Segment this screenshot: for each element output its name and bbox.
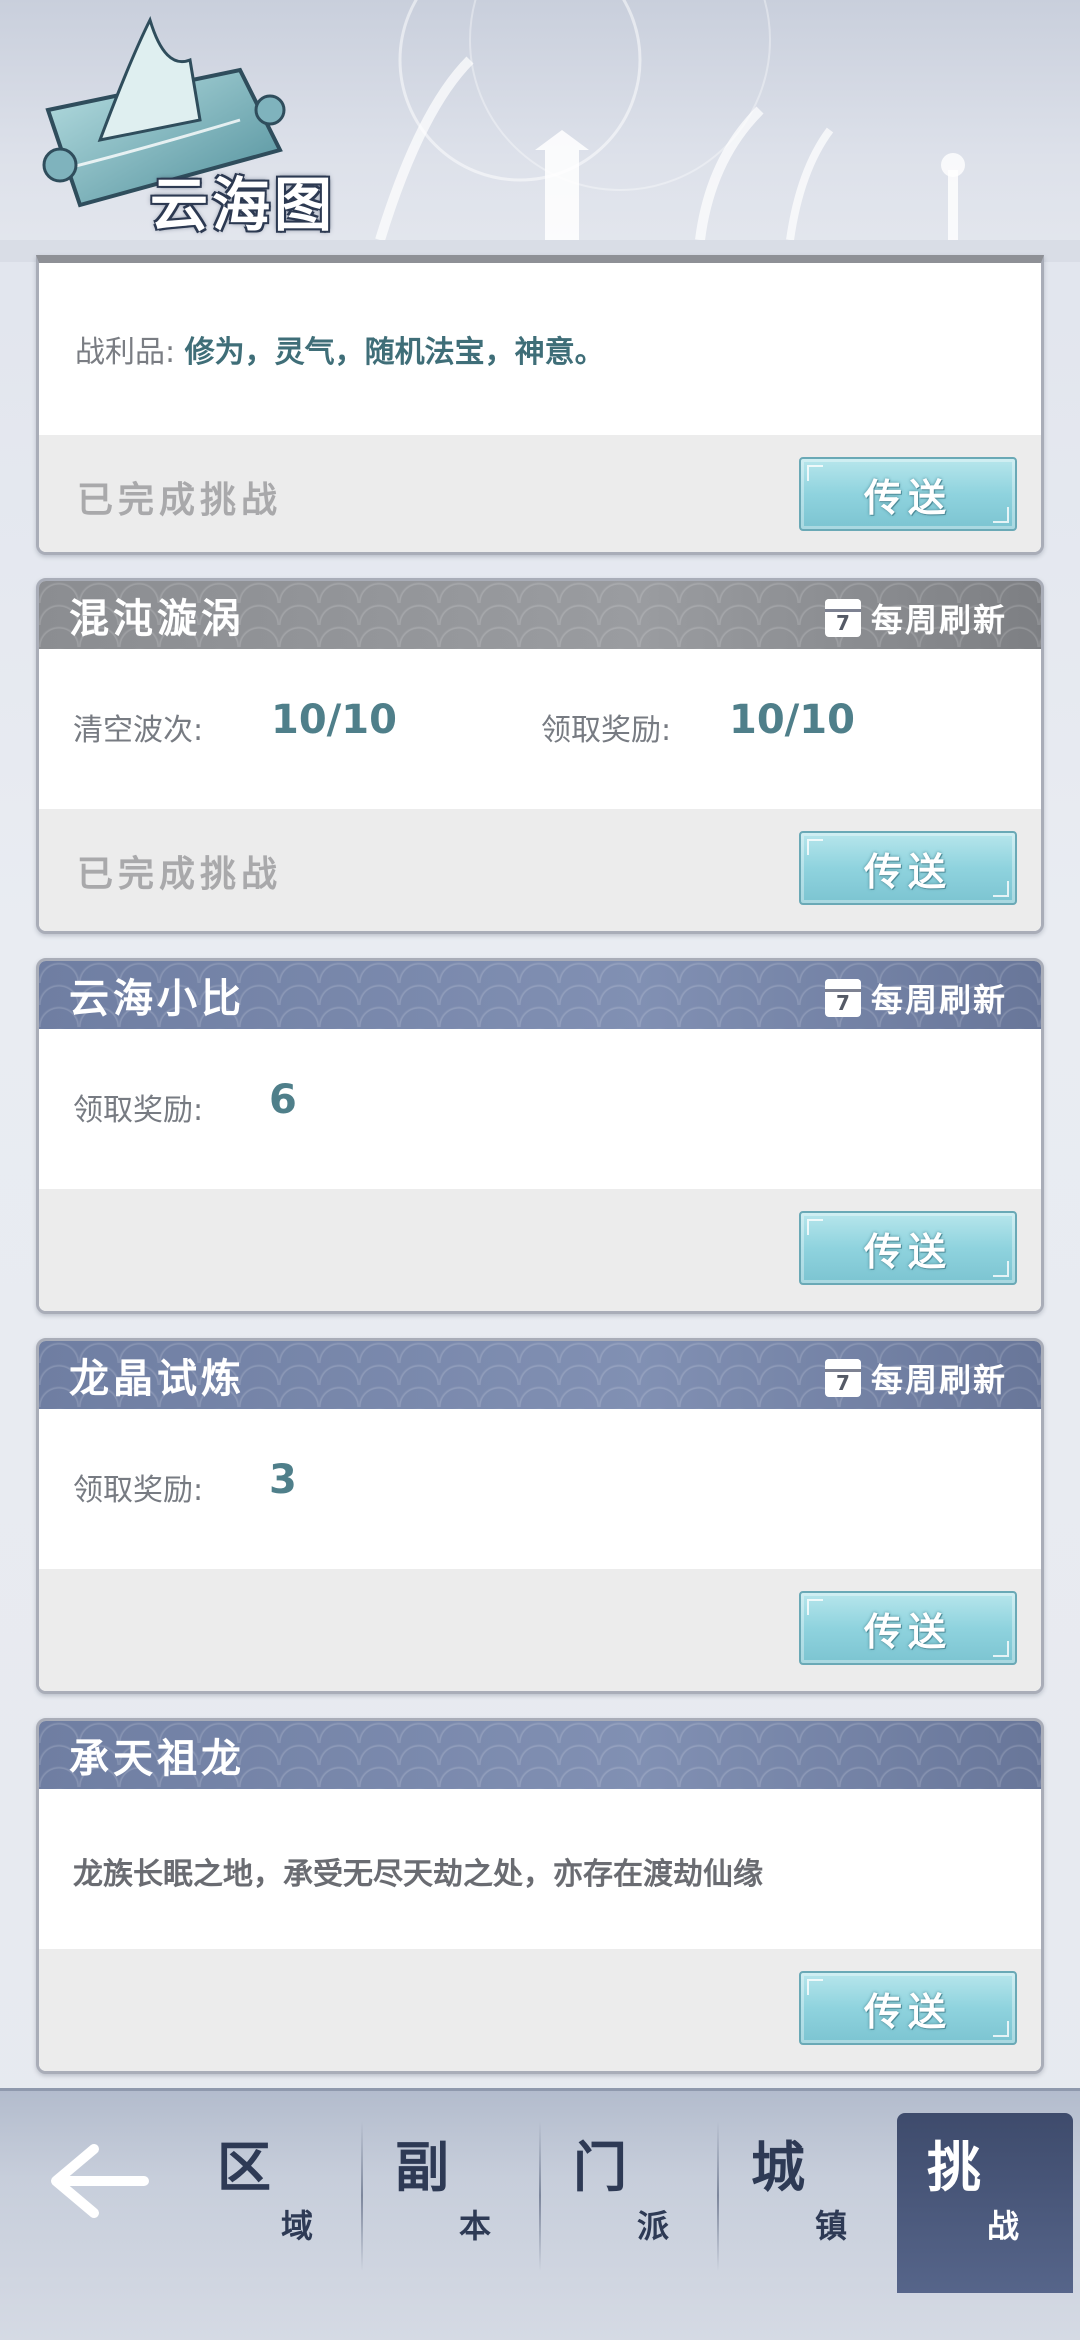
bottom-navigation: 区 域 副 本 门 派 城 镇 挑 战	[0, 2088, 1080, 2340]
tab-small-char: 镇	[815, 2207, 848, 2245]
corner-ornament-icon	[807, 1219, 823, 1235]
teleport-button[interactable]: 传送	[799, 831, 1017, 905]
challenge-card-cloud-sea-contest: 云海小比 7 每周刷新 领取奖励: 6 传送	[36, 958, 1044, 1314]
card-footer: 传送	[39, 1949, 1041, 2071]
tab-small-char: 派	[637, 2207, 670, 2245]
teleport-button-label: 传送	[863, 849, 952, 894]
refresh-label: 每周刷新	[870, 981, 1007, 1019]
corner-ornament-icon	[807, 465, 823, 481]
challenge-card-dragon-crystal-trial: 龙晶试炼 7 每周刷新 领取奖励: 3 传送	[36, 1338, 1044, 1694]
status-completed: 已完成挑战	[77, 480, 283, 521]
card-body: 龙族长眠之地，承受无尽天劫之处，亦存在渡劫仙缘	[39, 1789, 1041, 1949]
tab-town[interactable]: 城 镇	[719, 2113, 895, 2293]
card-header: 云海小比 7 每周刷新	[39, 961, 1041, 1029]
rewards-claimed-label: 领取奖励:	[541, 713, 672, 748]
tab-small-char: 本	[459, 2207, 492, 2245]
teleport-button[interactable]: 传送	[799, 1971, 1017, 2045]
calendar-icon: 7	[824, 1359, 861, 1397]
corner-ornament-icon	[993, 2021, 1009, 2037]
card-description: 龙族长眠之地，承受无尽天劫之处，亦存在渡劫仙缘	[73, 1857, 763, 1892]
card-body: 领取奖励: 6	[39, 1029, 1041, 1189]
tab-dungeon[interactable]: 副 本	[363, 2113, 539, 2293]
rewards-claimed-label: 领取奖励:	[73, 1093, 204, 1128]
teleport-button-label: 传送	[863, 475, 952, 520]
teleport-button[interactable]: 传送	[799, 457, 1017, 531]
calendar-day: 7	[836, 991, 850, 1015]
teleport-button-label: 传送	[863, 1989, 952, 2034]
tab-big-char: 门	[573, 2135, 627, 2199]
status-completed: 已完成挑战	[77, 854, 283, 895]
tab-big-char: 副	[395, 2135, 449, 2199]
card-footer: 已完成挑战 传送	[39, 435, 1041, 552]
back-button[interactable]	[50, 2143, 150, 2219]
rewards-claimed-label: 领取奖励:	[73, 1473, 204, 1508]
calendar-icon: 7	[824, 979, 861, 1017]
calendar-day: 7	[836, 611, 850, 635]
weekly-refresh-badge: 7 每周刷新	[824, 1355, 1007, 1401]
rewards-claimed-value: 10/10	[729, 697, 855, 743]
corner-ornament-icon	[993, 1261, 1009, 1277]
waves-cleared-label: 清空波次:	[73, 713, 204, 748]
card-title: 龙晶试炼	[69, 1355, 245, 1402]
corner-ornament-icon	[807, 839, 823, 855]
tab-challenge[interactable]: 挑 战	[897, 2113, 1073, 2293]
challenge-card-chaos-vortex: 混沌漩涡 7 每周刷新 清空波次: 10/10 领取奖励: 10/10 已完成挑…	[36, 578, 1044, 934]
calendar-icon: 7	[824, 599, 861, 637]
challenge-card-loot: 战利品: 修为，灵气，随机法宝，神意。 已完成挑战 传送	[36, 255, 1044, 555]
card-body: 清空波次: 10/10 领取奖励: 10/10	[39, 649, 1041, 809]
card-footer: 已完成挑战 传送	[39, 809, 1041, 931]
card-footer: 传送	[39, 1189, 1041, 1311]
corner-ornament-icon	[993, 507, 1009, 523]
card-body: 领取奖励: 3	[39, 1409, 1041, 1569]
tab-big-char: 挑	[927, 2135, 981, 2199]
loot-line: 战利品: 修为，灵气，随机法宝，神意。	[75, 327, 605, 371]
card-title: 承天祖龙	[69, 1735, 245, 1782]
waves-cleared-value: 10/10	[271, 697, 397, 743]
loot-value: 修为，灵气，随机法宝，神意。	[184, 335, 605, 370]
tab-region[interactable]: 区 域	[185, 2113, 361, 2293]
card-footer: 传送	[39, 1569, 1041, 1691]
weekly-refresh-badge: 7 每周刷新	[824, 975, 1007, 1021]
teleport-button[interactable]: 传送	[799, 1211, 1017, 1285]
tab-big-char: 城	[751, 2135, 805, 2199]
teleport-button-label: 传送	[863, 1229, 952, 1274]
card-title: 云海小比	[69, 975, 245, 1022]
corner-ornament-icon	[807, 1979, 823, 1995]
tab-small-char: 域	[281, 2207, 314, 2245]
page-title: 云海图	[150, 171, 337, 239]
loot-label: 战利品:	[75, 335, 176, 370]
challenge-card-ancestral-dragon: 承天祖龙 龙族长眠之地，承受无尽天劫之处，亦存在渡劫仙缘 传送	[36, 1718, 1044, 2074]
corner-ornament-icon	[993, 881, 1009, 897]
refresh-label: 每周刷新	[870, 1361, 1007, 1399]
corner-ornament-icon	[993, 1641, 1009, 1657]
tab-sect[interactable]: 门 派	[541, 2113, 717, 2293]
calendar-day: 7	[836, 1371, 850, 1395]
teleport-button-label: 传送	[863, 1609, 952, 1654]
back-arrow-icon	[51, 2144, 149, 2218]
rewards-claimed-value: 6	[269, 1077, 297, 1123]
refresh-label: 每周刷新	[870, 601, 1007, 639]
tab-small-char: 战	[987, 2207, 1020, 2245]
tab-big-char: 区	[217, 2135, 271, 2199]
card-body: 战利品: 修为，灵气，随机法宝，神意。	[39, 263, 1041, 435]
rewards-claimed-value: 3	[269, 1457, 297, 1503]
card-title: 混沌漩涡	[69, 595, 245, 642]
card-header: 龙晶试炼 7 每周刷新	[39, 1341, 1041, 1409]
teleport-button[interactable]: 传送	[799, 1591, 1017, 1665]
weekly-refresh-badge: 7 每周刷新	[824, 595, 1007, 641]
corner-ornament-icon	[807, 1599, 823, 1615]
card-header: 混沌漩涡 7 每周刷新	[39, 581, 1041, 649]
top-banner: 云海图	[0, 0, 1080, 262]
card-header: 承天祖龙	[39, 1721, 1041, 1789]
